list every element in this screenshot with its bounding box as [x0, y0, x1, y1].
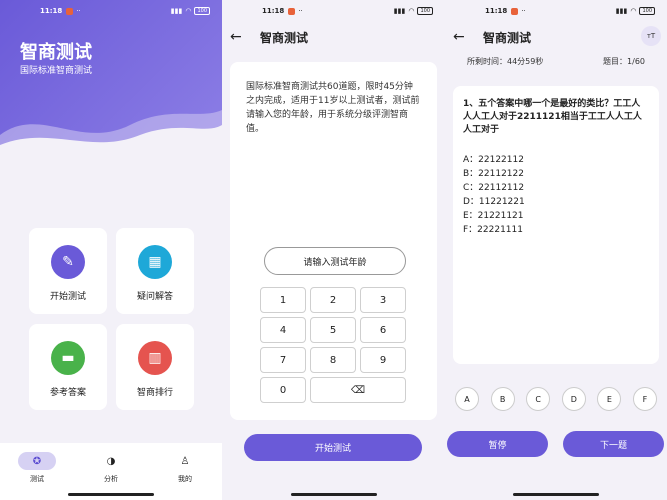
key-9[interactable]: 9	[360, 347, 406, 373]
app-bar: ← 智商测试	[445, 24, 667, 50]
pencil-icon: ✎	[51, 245, 85, 279]
record-icon	[288, 7, 296, 15]
key-1[interactable]: 1	[260, 287, 306, 313]
key-3[interactable]: 3	[360, 287, 406, 313]
time-remaining: 所剩时间：44分59秒	[467, 57, 544, 66]
answer-f-button[interactable]: F	[632, 387, 657, 411]
wifi-icon: ◠	[185, 7, 192, 15]
wifi-icon: ◠	[408, 7, 415, 15]
option-e: E：21221121	[463, 211, 524, 221]
person-icon: ♙	[180, 455, 190, 467]
status-bar: 11:18 ·· ▮▮▮ ◠ 100	[445, 0, 667, 22]
brain-icon: ✪	[18, 452, 56, 470]
home-indicator	[513, 493, 599, 496]
option-a: A：22122112	[463, 155, 524, 165]
app-title: 智商测试	[20, 42, 92, 63]
option-c: C：22112112	[463, 183, 525, 193]
answer-a-button[interactable]: A	[455, 387, 479, 411]
pause-button[interactable]: 暂停	[447, 431, 548, 457]
status-bar: 11:18 ·· ▮▮▮ ◠ 100	[0, 0, 222, 22]
hero-header	[0, 0, 222, 155]
battery-icon: 100	[417, 7, 433, 15]
reference-answer-card[interactable]: ▬ 参考答案	[29, 324, 107, 410]
question-text: 1、五个答案中哪一个是最好的类比？工工人人人工人对于2211121相当于工工人人…	[463, 99, 642, 135]
number-keypad: 1 2 3 4 5 6 7 8 9 0 ⌫	[260, 287, 406, 403]
bar-chart-icon: ▥	[138, 341, 172, 375]
start-test-card[interactable]: ✎ 开始测试	[29, 228, 107, 314]
answer-e-button[interactable]: E	[597, 387, 622, 411]
record-icon	[66, 7, 74, 15]
battery-icon: 100	[639, 7, 655, 15]
wave-decoration	[0, 110, 222, 155]
key-0[interactable]: 0	[260, 377, 306, 403]
page-title: 智商测试	[260, 30, 309, 45]
calendar-icon: ▦	[138, 245, 172, 279]
key-8[interactable]: 8	[310, 347, 356, 373]
back-arrow-icon[interactable]: ←	[230, 29, 252, 45]
tab-profile[interactable]: ♙ 我的	[148, 443, 222, 500]
option-f: F：22221111	[463, 225, 523, 235]
intro-panel: 国际标准智商测试共60道题，限时45分钟之内完成，适用于11岁以上测试者，测试前…	[230, 62, 437, 420]
bottom-tab-bar: ✪ 测试 ◑ 分析 ♙ 我的	[0, 443, 222, 500]
back-arrow-icon[interactable]: ←	[453, 29, 475, 45]
age-input[interactable]: 请输入测试年龄	[264, 247, 406, 275]
signal-icon: ▮▮▮	[393, 7, 406, 15]
status-bar: 11:18 ·· ▮▮▮ ◠ 100	[222, 0, 445, 22]
backspace-icon: ⌫	[350, 384, 366, 396]
signal-icon: ▮▮▮	[170, 7, 183, 15]
key-5[interactable]: 5	[310, 317, 356, 343]
home-indicator	[290, 493, 377, 496]
page-title: 智商测试	[483, 30, 532, 45]
app-subtitle: 国际标准智商测试	[20, 66, 93, 76]
next-question-button[interactable]: 下一题	[563, 431, 664, 457]
chart-icon: ◑	[106, 455, 116, 467]
start-test-button[interactable]: 开始测试	[244, 434, 422, 461]
battery-icon: 100	[194, 7, 210, 15]
backspace-key[interactable]: ⌫	[310, 377, 406, 403]
intro-screen: 11:18 ·· ▮▮▮ ◠ 100 ← 智商测试 国际标准智商测试共60道题，限时…	[222, 0, 445, 500]
ranking-card[interactable]: ▥ 智商排行	[116, 324, 194, 410]
quiz-screen: 11:18 ·· ▮▮▮ ◠ 100 ← 智商测试 тT 所剩时间：44分59秒 题…	[445, 0, 667, 500]
font-size-icon[interactable]: тT	[641, 26, 661, 46]
key-2[interactable]: 2	[310, 287, 356, 313]
question-panel: 1、五个答案中哪一个是最好的类比？工工人人人工人对于2211121相当于工工人人…	[453, 86, 659, 364]
key-7[interactable]: 7	[260, 347, 306, 373]
answer-d-button[interactable]: D	[561, 387, 586, 411]
answer-buttons: A B C D E F	[455, 387, 657, 411]
tab-analysis[interactable]: ◑ 分析	[74, 443, 148, 500]
key-6[interactable]: 6	[360, 317, 406, 343]
chat-icon: ▬	[51, 341, 85, 375]
home-screen: 11:18 ·· ▮▮▮ ◠ 100 智商测试 国际标准智商测试 ✎ 开始测试 ▦ …	[0, 0, 222, 500]
option-b: B：22112122	[463, 169, 524, 179]
record-icon	[511, 7, 519, 15]
app-bar: ← 智商测试	[222, 24, 445, 50]
signal-icon: ▮▮▮	[615, 7, 628, 15]
options-list: A：22122112 B：22112122 C：22112112 D：11221…	[463, 153, 649, 237]
answer-b-button[interactable]: B	[490, 387, 515, 411]
intro-text: 国际标准智商测试共60道题，限时45分钟之内完成，适用于11岁以上测试者，测试前…	[246, 82, 420, 134]
home-indicator	[68, 493, 154, 496]
wifi-icon: ◠	[630, 7, 637, 15]
option-d: D：11221221	[463, 197, 525, 207]
tab-test[interactable]: ✪ 测试	[0, 443, 74, 500]
answer-c-button[interactable]: C	[526, 387, 551, 411]
key-4[interactable]: 4	[260, 317, 306, 343]
faq-card[interactable]: ▦ 疑问解答	[116, 228, 194, 314]
question-progress: 题目：1/60	[603, 57, 645, 66]
